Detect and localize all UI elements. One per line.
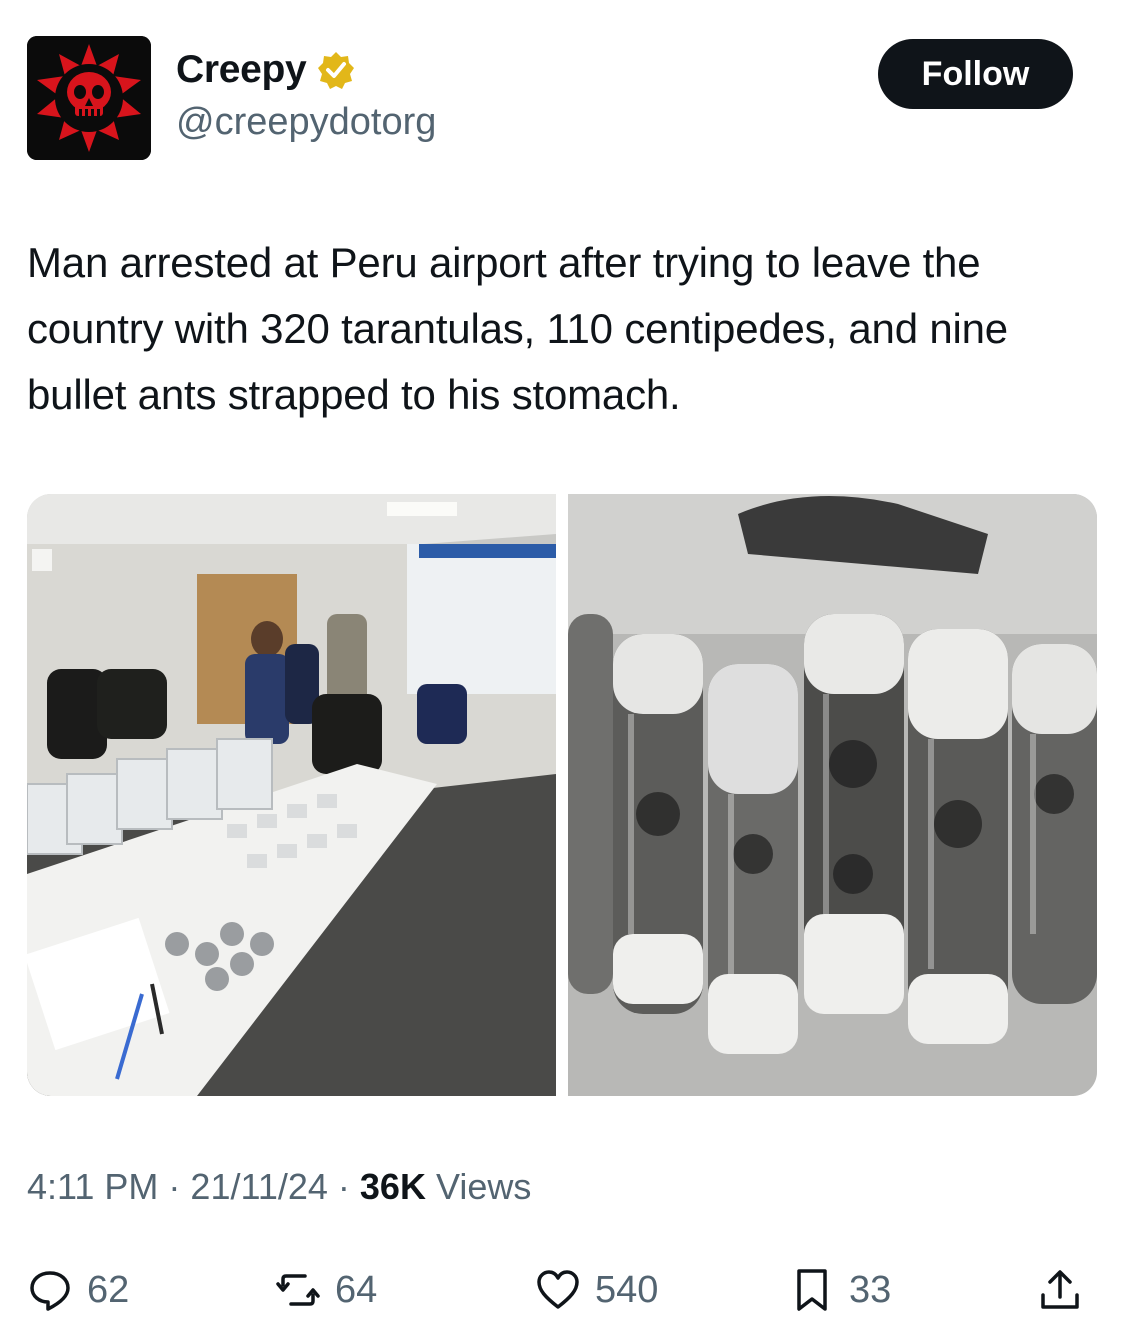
tweet-time[interactable]: 4:11 PM — [27, 1166, 158, 1207]
author-handle[interactable]: @creepydotorg — [176, 101, 436, 144]
meta-separator: · — [337, 1166, 360, 1207]
tweet-date[interactable]: 21/11/24 — [190, 1166, 327, 1207]
reply-icon — [30, 1271, 70, 1311]
share-button[interactable] — [1037, 1255, 1083, 1325]
reply-button[interactable]: 62 — [27, 1255, 129, 1325]
bookmark-button[interactable]: 33 — [789, 1255, 891, 1325]
follow-button[interactable]: Follow — [878, 39, 1073, 109]
views-label: Views — [435, 1166, 532, 1207]
author-name-row[interactable]: Creepy — [176, 48, 356, 92]
author-name[interactable]: Creepy — [176, 48, 307, 92]
reply-count: 62 — [87, 1268, 130, 1311]
verified-badge-icon — [318, 52, 355, 89]
action-bar: 62 64 540 33 — [27, 1255, 1097, 1325]
like-count: 540 — [595, 1268, 659, 1311]
views-count: 36K — [359, 1166, 426, 1207]
repost-count: 64 — [335, 1268, 378, 1311]
photo-tarantula-tubes[interactable] — [568, 494, 1097, 1096]
bookmark-count: 33 — [849, 1268, 892, 1311]
creepy-logo — [27, 36, 151, 160]
like-button[interactable]: 540 — [535, 1255, 658, 1325]
tweet-text: Man arrested at Peru airport after tryin… — [27, 239, 1008, 418]
share-icon — [1041, 1270, 1079, 1309]
bookmark-icon — [797, 1269, 827, 1311]
like-icon — [537, 1270, 579, 1309]
repost-button[interactable]: 64 — [275, 1255, 377, 1325]
tweet-meta: 4:11 PM · 21/11/24 · 36K Views — [27, 1166, 531, 1208]
media-gallery[interactable] — [27, 494, 1097, 1096]
avatar[interactable] — [27, 36, 151, 160]
meta-separator: · — [168, 1166, 191, 1207]
photo-airport-seizure[interactable] — [27, 494, 556, 1096]
repost-icon — [276, 1274, 320, 1306]
